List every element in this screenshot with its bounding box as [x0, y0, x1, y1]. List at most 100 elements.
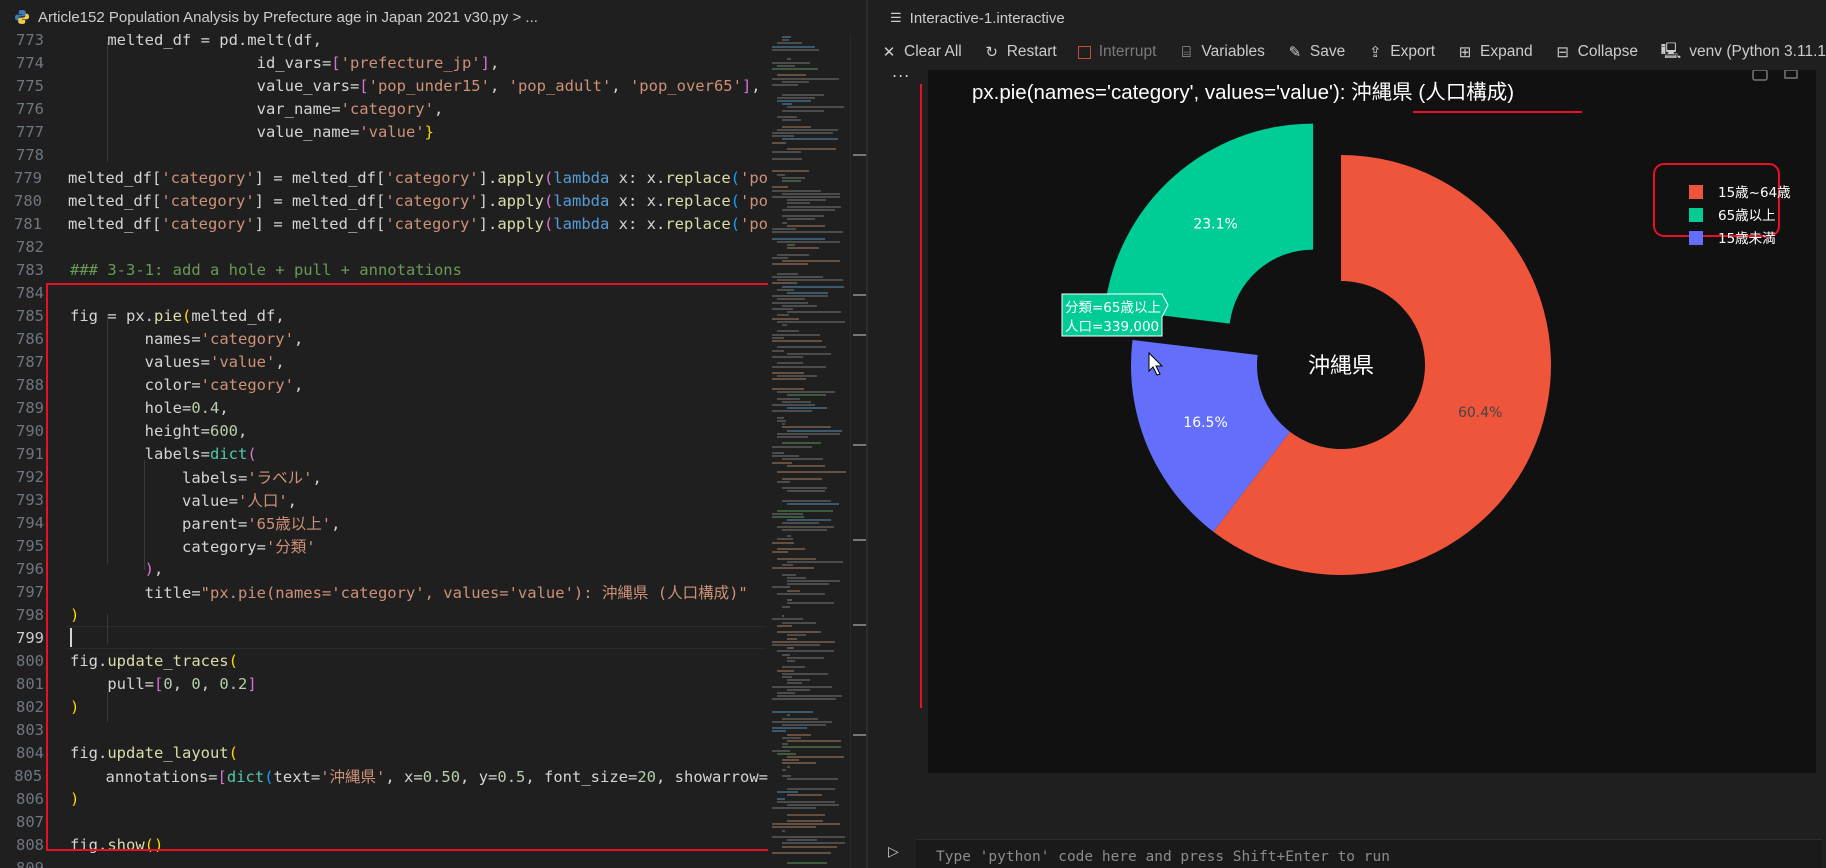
minimap-line [777, 471, 846, 474]
breadcrumb[interactable]: Article152 Population Analysis by Prefec… [0, 0, 866, 34]
plotly-chart[interactable]: px.pie(names='category', values='value')… [928, 70, 1816, 773]
code-line[interactable]: 806) [0, 787, 768, 810]
code-line[interactable]: 783 ### 3-3-1: add a hole + pull + annota… [0, 258, 768, 281]
collapse-button[interactable]: ⊟ Collapse [1554, 43, 1638, 61]
code-token: ( [730, 214, 740, 233]
code-line[interactable]: 803 [0, 718, 768, 741]
minimap-line [772, 452, 785, 454]
code-line[interactable]: 799 [0, 626, 768, 649]
minimap-line [777, 525, 835, 528]
code-line[interactable]: 794 parent='65歳以上', [0, 511, 768, 534]
minimap-line [787, 688, 811, 691]
code-line[interactable]: 789 hole=0.4, [0, 396, 768, 419]
editor-scrollbar[interactable] [850, 34, 867, 868]
code-line[interactable]: 795 category='分類' [0, 534, 768, 557]
code-line[interactable]: 775 value_vars=['pop_under15', 'pop_adul… [0, 74, 768, 97]
code-line[interactable]: 791 labels=dict( [0, 442, 768, 465]
code-line[interactable]: 774 id_vars=['prefecture_jp'], [0, 51, 768, 74]
code-line[interactable]: 788 color='category', [0, 373, 768, 396]
legend-entry[interactable]: 65歳以上 [1718, 208, 1776, 224]
interactive-tab[interactable]: ☰ Interactive-1.interactive [868, 0, 1826, 36]
expand-button[interactable]: ⊞ Expand [1456, 43, 1533, 61]
output-scrollbar[interactable] [1818, 70, 1826, 773]
minimap-line [772, 340, 823, 342]
minimap-line [772, 308, 793, 310]
code-line[interactable]: 776 var_name='category', [0, 97, 768, 120]
breadcrumb-path[interactable]: Article152 Population Analysis by Prefec… [38, 9, 538, 26]
code-line[interactable]: 793 value='人口', [0, 488, 768, 511]
minimap-line [782, 324, 788, 326]
code-line[interactable]: 802) [0, 695, 768, 718]
code-line[interactable]: 807 [0, 810, 768, 833]
kernel-selector[interactable]: 🖳 venv (Python 3.11.1 [1661, 36, 1826, 68]
code-text: value_name='value'} [44, 123, 434, 141]
legend-swatch[interactable] [1689, 208, 1703, 222]
legend-entry[interactable]: 15歳未満 [1718, 231, 1776, 247]
code-line[interactable]: 796 ), [0, 557, 768, 580]
code-line[interactable]: 782 [0, 235, 768, 258]
run-icon[interactable]: ▷ [888, 844, 899, 860]
cell-more-icon[interactable]: ... [892, 62, 910, 81]
code-token: '人口' [237, 491, 288, 510]
code-token: ( [228, 743, 238, 762]
code-area[interactable]: 773 melted_df = pd.melt(df, 774 id_vars=[… [0, 34, 768, 868]
export-button[interactable]: ⇪ Export [1366, 43, 1435, 61]
code-line[interactable]: 801 pull=[0, 0, 0.2] [0, 672, 768, 695]
minimap-line [782, 746, 841, 749]
code-token: , [293, 329, 304, 348]
code-line[interactable]: 808 fig.show() [0, 833, 768, 856]
interrupt-button[interactable]: Interrupt [1077, 43, 1156, 61]
code-text: title="px.pie(names='category', values='… [44, 581, 748, 603]
code-line[interactable]: 781 melted_df['category'] = melted_df['ca… [0, 212, 768, 235]
code-line[interactable]: 786 names='category', [0, 327, 768, 350]
code-line[interactable]: 805 annotations=[dict(text='沖縄県', x=0.50… [0, 764, 768, 787]
code-line[interactable]: 773 melted_df = pd.melt(df, [0, 34, 768, 51]
clear-all-button[interactable]: ✕ Clear All [880, 43, 962, 61]
minimap-line [777, 288, 794, 291]
code-line[interactable]: 787 values='value', [0, 350, 768, 373]
code-line[interactable]: 779 melted_df['category'] = melted_df['ca… [0, 166, 768, 189]
minimap-line [787, 503, 840, 506]
line-number: 802 [16, 697, 44, 716]
restart-button[interactable]: ↻ Restart [983, 43, 1056, 61]
code-input[interactable]: Type 'python' code here and press Shift+… [916, 839, 1822, 868]
code-editor[interactable]: Article152 Population Analysis by Prefec… [0, 0, 867, 868]
legend-swatch[interactable] [1689, 185, 1703, 199]
code-line[interactable]: 800 fig.update_traces( [0, 649, 768, 672]
code-token: 'pop_over65' [629, 76, 742, 95]
code-line[interactable]: 778 [0, 143, 768, 166]
code-line[interactable]: 785 fig = px.pie(melted_df, [0, 304, 768, 327]
code-line[interactable]: 790 height=600, [0, 419, 768, 442]
minimap-line [782, 605, 790, 608]
code-line[interactable]: 792 labels='ラベル', [0, 465, 768, 488]
code-line[interactable]: 809 [0, 856, 768, 868]
code-line[interactable]: 777 value_name='value'} [0, 120, 768, 143]
code-line[interactable]: 798) [0, 603, 768, 626]
plotly-logo-icon[interactable] [1784, 70, 1798, 79]
variables-button[interactable]: ⌸ Variables [1177, 43, 1265, 61]
minimap-line [787, 199, 827, 202]
input-box[interactable]: ▷ Type 'python' code here and press Shif… [868, 836, 1826, 868]
code-line[interactable]: 784 [0, 281, 768, 304]
minimap-line [772, 237, 825, 240]
minimap[interactable] [768, 34, 850, 868]
minimap-line [772, 61, 810, 64]
legend-entry[interactable]: 15歳~64歳 [1718, 185, 1791, 201]
minimap-line [777, 375, 818, 378]
chart-title-highlight: 沖縄県 (人口構成) [1351, 81, 1514, 104]
code-token: color= [70, 375, 201, 394]
minimap-line [782, 109, 824, 112]
pie-chart-svg[interactable]: px.pie(names='category', values='value')… [928, 70, 1816, 773]
code-line[interactable]: 804 fig.update_layout( [0, 741, 768, 764]
code-token: 'pop_adult' [508, 76, 612, 95]
save-button[interactable]: ✎ Save [1286, 43, 1346, 61]
camera-icon[interactable] [1752, 70, 1768, 81]
code-token: ]. [478, 214, 498, 233]
code-token: ]. [478, 191, 498, 210]
minimap-line [772, 151, 802, 154]
code-text: fig = px.pie(melted_df, [44, 307, 285, 325]
code-token: x: x. [609, 191, 666, 210]
code-line[interactable]: 797 title="px.pie(names='category', valu… [0, 580, 768, 603]
code-line[interactable]: 780 melted_df['category'] = melted_df['ca… [0, 189, 768, 212]
legend-swatch[interactable] [1689, 231, 1703, 245]
